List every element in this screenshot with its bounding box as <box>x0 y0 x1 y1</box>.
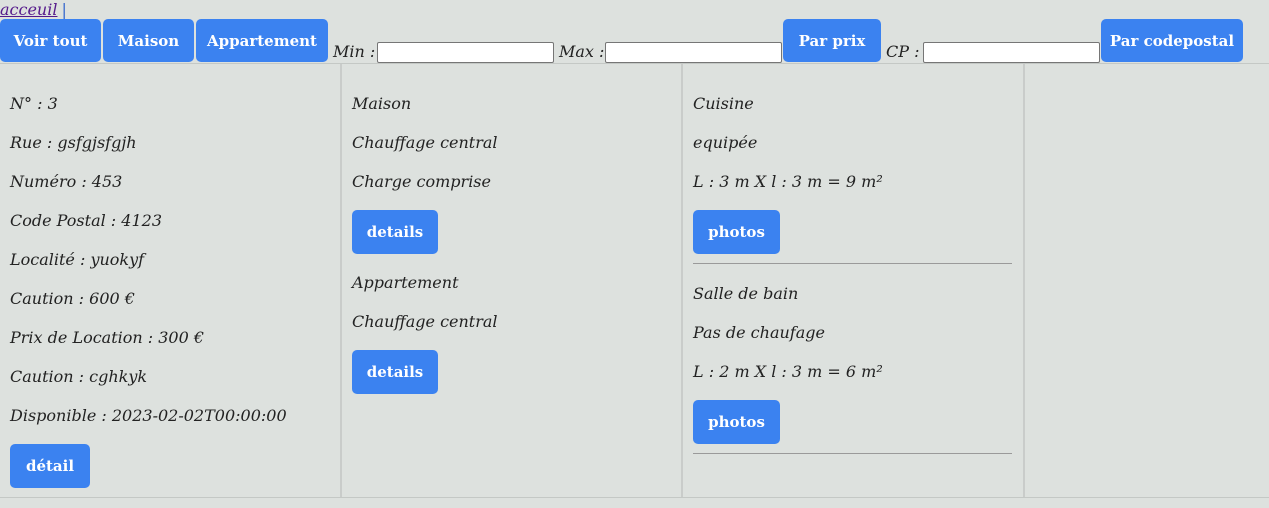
empty-cell <box>1025 64 1269 497</box>
type-2-name: Appartement <box>352 273 459 292</box>
room-2-photos-button[interactable]: photos <box>693 400 780 444</box>
room-1-photos-button[interactable]: photos <box>693 210 780 254</box>
room-1-name: Cuisine <box>693 94 754 113</box>
type-1-name: Maison <box>352 94 412 113</box>
room-2-dimensions: L : 2 m X l : 3 m = 6 m² <box>693 362 883 381</box>
postcode-input[interactable] <box>923 42 1100 63</box>
property-deposit: Caution : 600 € <box>10 289 135 308</box>
room-1-feature: equipée <box>693 133 758 152</box>
property-deposit-2: Caution : cghkyk <box>10 367 148 386</box>
property-available: Disponible : 2023-02-02T00:00:00 <box>10 406 287 425</box>
rooms-cell: Cuisine equipée L : 3 m X l : 3 m = 9 m²… <box>683 64 1025 497</box>
property-postcode: Code Postal : 4123 <box>10 211 162 230</box>
home-link[interactable]: acceuil <box>0 0 57 19</box>
property-street-number: Numéro : 453 <box>10 172 123 191</box>
property-number: N° : 3 <box>10 94 58 113</box>
type-1-details-button[interactable]: details <box>352 210 438 254</box>
filter-by-postcode-button[interactable]: Par codepostal <box>1101 19 1243 62</box>
room-divider <box>693 263 1012 264</box>
filter-by-price-button[interactable]: Par prix <box>783 19 881 62</box>
show-all-button[interactable]: Voir tout <box>0 19 101 62</box>
apartment-filter-button[interactable]: Appartement <box>196 19 328 62</box>
property-street: Rue : gsfgjsfgjh <box>10 133 137 152</box>
room-divider <box>693 453 1012 454</box>
property-locality: Localité : yuokyf <box>10 250 145 269</box>
room-1-dimensions: L : 3 m X l : 3 m = 9 m² <box>693 172 883 191</box>
min-price-input[interactable] <box>377 42 554 63</box>
nav-separator: | <box>61 0 67 19</box>
max-price-label: Max : <box>559 42 605 61</box>
property-info-cell: N° : 3 Rue : gsfgjsfgjh Numéro : 453 Cod… <box>0 64 342 497</box>
min-price-label: Min : <box>333 42 376 61</box>
type-1-heating: Chauffage central <box>352 133 498 152</box>
room-2-feature: Pas de chaufage <box>693 323 825 342</box>
top-nav: acceuil | <box>0 0 67 19</box>
property-table: N° : 3 Rue : gsfgjsfgjh Numéro : 453 Cod… <box>0 63 1269 498</box>
type-2-heating: Chauffage central <box>352 312 498 331</box>
property-detail-button[interactable]: détail <box>10 444 90 488</box>
type-1-charges: Charge comprise <box>352 172 491 191</box>
house-filter-button[interactable]: Maison <box>103 19 194 62</box>
max-price-input[interactable] <box>605 42 782 63</box>
property-rent: Prix de Location : 300 € <box>10 328 205 347</box>
room-2-name: Salle de bain <box>693 284 799 303</box>
postcode-label: CP : <box>886 42 920 61</box>
property-types-cell: Maison Chauffage central Charge comprise… <box>342 64 683 497</box>
type-2-details-button[interactable]: details <box>352 350 438 394</box>
